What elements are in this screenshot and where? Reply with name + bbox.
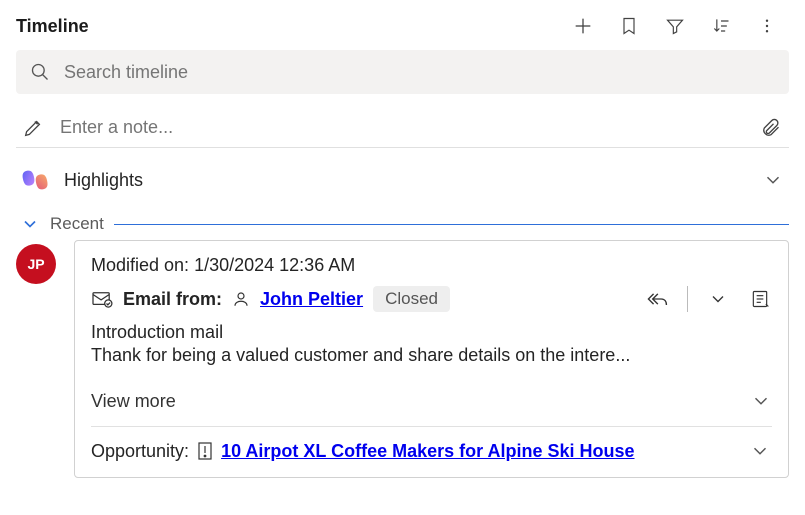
header-actions [571, 14, 789, 38]
bookmark-icon [619, 15, 639, 37]
filter-button[interactable] [663, 14, 687, 38]
opportunity-label: Opportunity: [91, 441, 189, 462]
page-title: Timeline [16, 16, 89, 37]
highlights-label: Highlights [64, 170, 749, 191]
note-input[interactable] [60, 117, 743, 138]
plus-icon [572, 15, 594, 37]
chevron-down-icon [749, 440, 771, 462]
open-record-button[interactable] [748, 287, 772, 311]
sort-button[interactable] [709, 14, 733, 38]
recent-label: Recent [50, 214, 104, 234]
chevron-down-icon [750, 390, 772, 412]
filter-icon [664, 16, 686, 36]
separator [687, 286, 688, 312]
opportunity-row: Opportunity: 10 Airpot XL Coffee Makers … [91, 427, 772, 477]
more-vertical-icon [758, 16, 776, 36]
note-bar [16, 108, 789, 148]
recent-header[interactable]: Recent [16, 214, 789, 234]
search-icon [30, 62, 50, 82]
person-icon [232, 290, 250, 308]
email-icon [91, 290, 113, 308]
add-button[interactable] [571, 14, 595, 38]
header: Timeline [16, 8, 789, 44]
modified-line: Modified on: 1/30/2024 12:36 AM [91, 255, 772, 276]
highlights-section[interactable]: Highlights [16, 164, 789, 208]
priority-icon [197, 441, 213, 461]
paperclip-icon [761, 116, 781, 140]
sort-icon [710, 16, 732, 36]
modified-value: 1/30/2024 12:36 AM [194, 255, 355, 275]
chevron-down-icon [708, 289, 728, 309]
email-meta: Email from: John Peltier Closed [91, 286, 772, 312]
search-input[interactable] [64, 62, 775, 83]
status-badge: Closed [373, 286, 450, 312]
email-from-label: Email from: [123, 289, 222, 310]
chevron-down-icon [762, 169, 784, 191]
entry-actions [645, 286, 772, 312]
reply-dropdown[interactable] [706, 287, 730, 311]
email-preview: Thank for being a valued customer and sh… [91, 345, 772, 366]
reply-all-icon [645, 289, 669, 309]
entry-card: Modified on: 1/30/2024 12:36 AM Email fr… [74, 240, 789, 478]
highlights-expand[interactable] [761, 168, 785, 192]
opportunity-expand[interactable] [748, 439, 772, 463]
email-subject: Introduction mail [91, 322, 772, 343]
from-link[interactable]: John Peltier [260, 289, 363, 310]
bookmark-button[interactable] [617, 14, 641, 38]
more-button[interactable] [755, 14, 779, 38]
search-bar[interactable] [16, 50, 789, 94]
attach-button[interactable] [759, 116, 783, 140]
pencil-icon [22, 117, 44, 139]
timeline: Timeline [0, 0, 805, 478]
divider [114, 224, 789, 225]
open-record-icon [750, 289, 770, 309]
modified-label: Modified on: [91, 255, 189, 275]
reply-all-button[interactable] [645, 287, 669, 311]
copilot-icon [20, 164, 52, 196]
timeline-entry: JP Modified on: 1/30/2024 12:36 AM Email… [16, 240, 789, 478]
view-more-label: View more [91, 391, 176, 412]
view-more-row[interactable]: View more [91, 382, 772, 427]
avatar: JP [16, 244, 56, 284]
chevron-down-icon [20, 214, 40, 234]
opportunity-link[interactable]: 10 Airpot XL Coffee Makers for Alpine Sk… [221, 441, 634, 462]
